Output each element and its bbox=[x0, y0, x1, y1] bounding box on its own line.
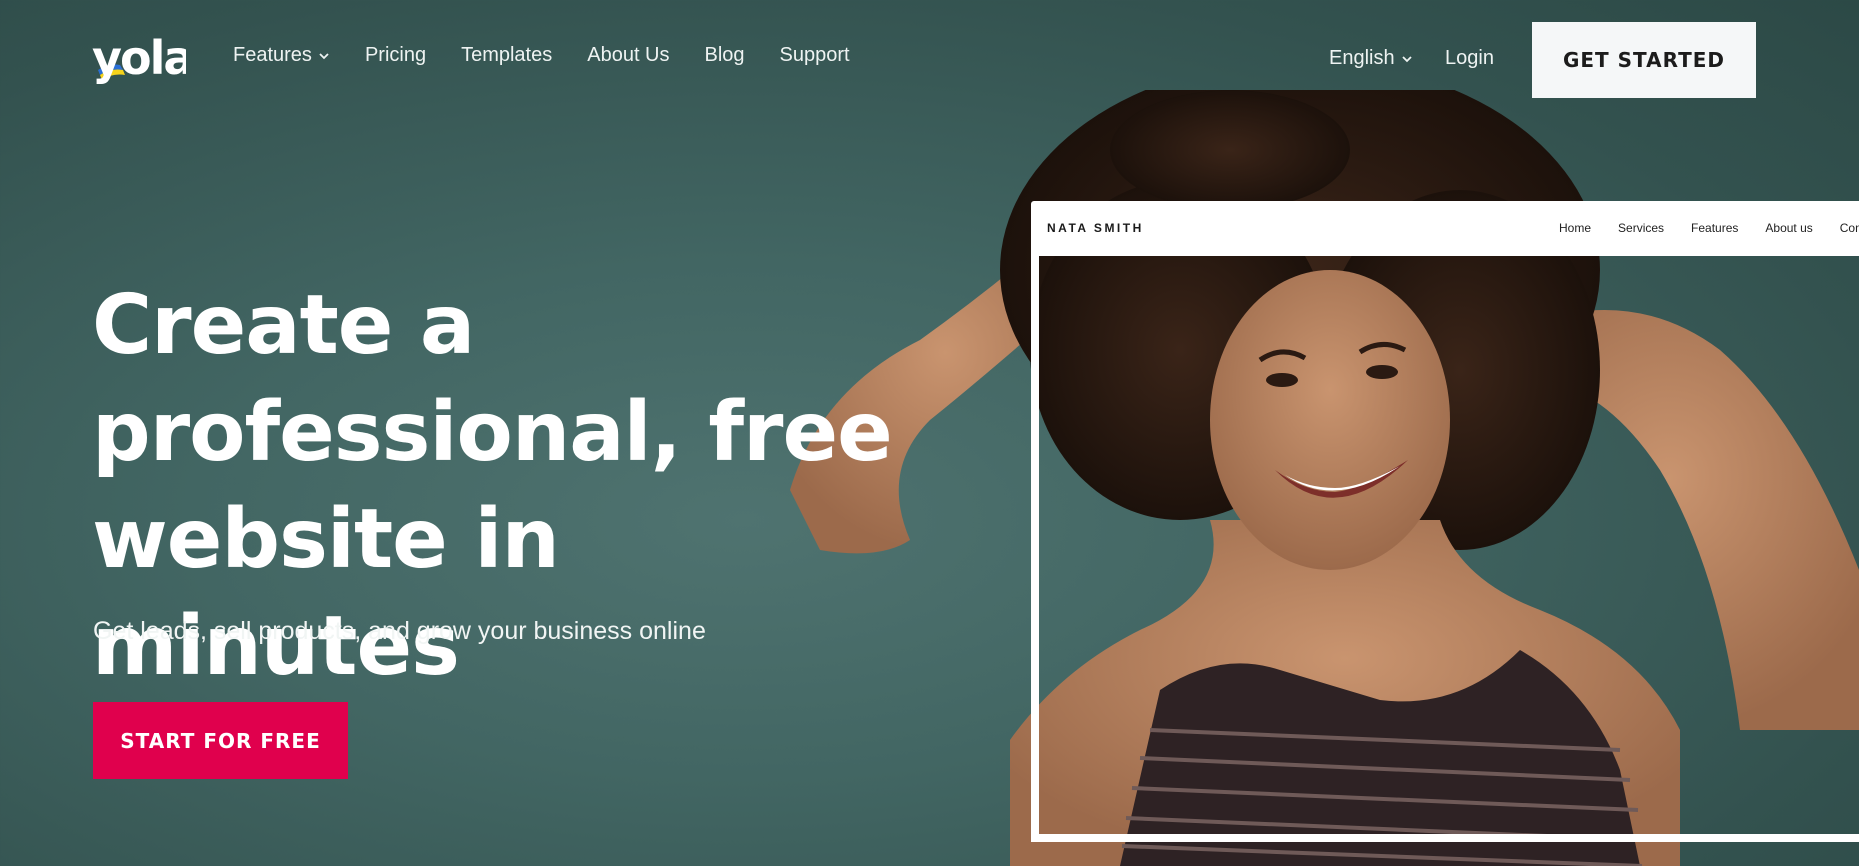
nav-pricing[interactable]: Pricing bbox=[365, 44, 426, 67]
get-started-button[interactable]: GET STARTED bbox=[1532, 22, 1756, 98]
nav-features-label: Features bbox=[233, 44, 312, 66]
nav-templates[interactable]: Templates bbox=[461, 44, 552, 67]
nav-support-label: Support bbox=[779, 44, 850, 66]
nav-features[interactable]: Features bbox=[233, 44, 330, 67]
nav-support[interactable]: Support bbox=[780, 44, 850, 67]
nav-templates-label: Templates bbox=[461, 44, 553, 66]
nav-pricing-label: Pricing bbox=[364, 44, 427, 66]
chevron-down-icon bbox=[319, 52, 329, 59]
mock-nav-item: Home bbox=[1559, 221, 1592, 235]
mock-nav-item: About us bbox=[1765, 221, 1813, 235]
yola-logo[interactable]: yola bbox=[92, 30, 186, 88]
nav-blog[interactable]: Blog bbox=[705, 44, 745, 67]
main-nav: Features Pricing Templates About Us Blog… bbox=[233, 44, 885, 67]
logo-text: yola bbox=[92, 31, 186, 85]
nav-blog-label: Blog bbox=[704, 44, 745, 66]
chevron-down-icon bbox=[1401, 55, 1412, 62]
language-selector[interactable]: English bbox=[1329, 47, 1413, 70]
nav-about-us[interactable]: About Us bbox=[587, 44, 669, 67]
hero-title-line: professional, free bbox=[92, 385, 893, 480]
mock-site-header: NATA SMITH Home Services Features About … bbox=[1031, 201, 1859, 256]
mock-nav-item: Features bbox=[1691, 221, 1739, 235]
mock-site-brand: NATA SMITH bbox=[1047, 221, 1144, 235]
start-for-free-button[interactable]: START FOR FREE bbox=[93, 702, 348, 779]
hero-subtitle: Get leads, sell products, and grow your … bbox=[93, 617, 706, 645]
mock-site-nav: Home Services Features About us Cont bbox=[1559, 221, 1859, 235]
mock-nav-item: Services bbox=[1618, 221, 1665, 235]
nav-about-us-label: About Us bbox=[587, 44, 670, 66]
hero-title-line: website in minutes bbox=[92, 492, 560, 694]
language-label: English bbox=[1329, 47, 1395, 69]
login-link[interactable]: Login bbox=[1445, 47, 1494, 70]
hero-title-line: Create a bbox=[92, 278, 475, 373]
mock-nav-item: Cont bbox=[1839, 221, 1859, 235]
